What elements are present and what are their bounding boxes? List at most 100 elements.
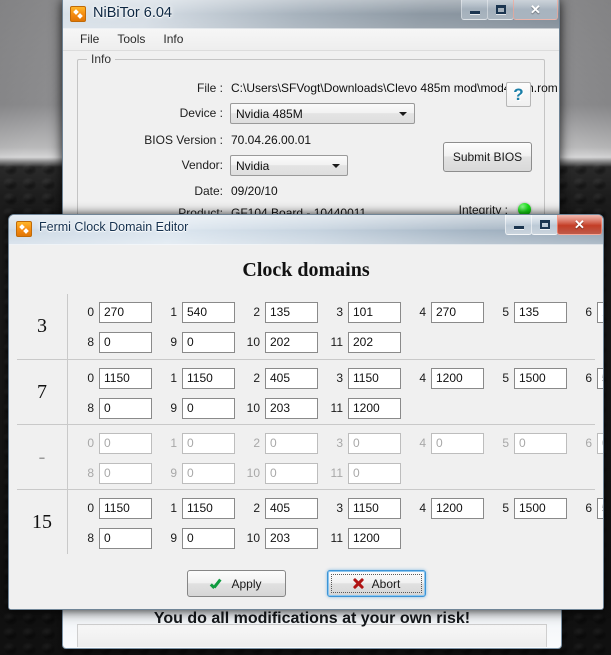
clock-domain-field-input: 0 xyxy=(514,432,567,454)
clock-domain-field-input[interactable]: 1200 xyxy=(348,397,401,419)
menu-item-tools[interactable]: Tools xyxy=(108,30,154,49)
clock-domain-field-input[interactable]: 0 xyxy=(182,331,235,353)
clock-domain-field-input[interactable]: 1200 xyxy=(348,527,401,549)
clock-domain-field-index: 0 xyxy=(87,305,94,319)
clock-domain-field-index: 11 xyxy=(330,466,343,480)
clock-domain-field-cell: 4 1200 xyxy=(406,497,484,519)
vendor-combo[interactable]: Nvidia xyxy=(230,155,348,176)
dialog-button-bar: Apply Abort xyxy=(9,570,603,597)
clock-domain-field-cell: 11 1200 xyxy=(323,397,401,419)
clock-domain-field-index: 4 xyxy=(419,501,426,515)
clock-domain-field-cell: 5 1500 xyxy=(489,367,567,389)
date-label: Date: xyxy=(194,184,223,198)
clock-domain-field-input[interactable]: 1150 xyxy=(348,367,401,389)
clock-domain-field-input[interactable]: 540 xyxy=(597,497,603,519)
clock-domain-field-input[interactable]: 1200 xyxy=(431,367,484,389)
row-divider xyxy=(67,360,68,424)
clock-domain-field-line: 8 0 9 0 10 203 11 1200 xyxy=(74,396,595,420)
clock-domain-field-input[interactable]: 203 xyxy=(265,527,318,549)
clock-domain-field-input: 0 xyxy=(99,432,152,454)
nibitor-window-title: NiBiTor 6.04 xyxy=(93,5,172,21)
nibitor-app-icon xyxy=(70,6,86,22)
clock-domain-field-input: 0 xyxy=(597,432,603,454)
clock-domain-field-input[interactable]: 0 xyxy=(99,527,152,549)
apply-button[interactable]: Apply xyxy=(186,570,286,597)
clock-domain-field-index: 5 xyxy=(502,501,509,515)
info-groupbox: Info File : C:\Users\SFVogt\Downloads\Cl… xyxy=(77,52,558,225)
abort-button[interactable]: Abort xyxy=(326,570,426,597)
clock-domain-field-cell: 11 1200 xyxy=(323,527,401,549)
clock-domain-field-input[interactable]: 270 xyxy=(431,301,484,323)
clock-domain-row: -00102030405060708090100110 xyxy=(17,424,603,489)
nibitor-close-button[interactable]: ✕ xyxy=(513,0,558,20)
clock-domain-field-line: 0115011150240531150412005150065407405 xyxy=(74,496,603,520)
clock-domain-field-index: 2 xyxy=(253,305,260,319)
clock-domain-field-input[interactable]: 405 xyxy=(265,367,318,389)
clock-domain-field-input[interactable]: 0 xyxy=(99,331,152,353)
clock-domain-field-index: 8 xyxy=(87,335,94,349)
file-label: File : xyxy=(196,81,223,95)
device-combo-value: Nvidia 485M xyxy=(236,107,303,121)
clock-domain-field-input[interactable]: 1150 xyxy=(182,497,235,519)
clock-domain-field-input[interactable]: 202 xyxy=(348,331,401,353)
submit-bios-button[interactable]: Submit BIOS xyxy=(443,142,532,172)
clock-domain-field-cell: 6 540 xyxy=(572,497,603,519)
clock-domain-field-index: 10 xyxy=(246,466,260,480)
clock-domain-field-input[interactable]: 0 xyxy=(182,527,235,549)
clock-domain-field-input[interactable]: 1150 xyxy=(348,497,401,519)
clock-domain-field-input[interactable]: 1150 xyxy=(99,497,152,519)
nibitor-client-area: Info File : C:\Users\SFVogt\Downloads\Cl… xyxy=(63,51,559,231)
row-divider xyxy=(67,425,68,489)
clock-domain-field-input[interactable]: 0 xyxy=(99,397,152,419)
clock-domain-field-input[interactable]: 1500 xyxy=(514,367,567,389)
row-divider xyxy=(67,490,68,554)
clock-domain-field-input[interactable]: 1150 xyxy=(99,367,152,389)
fermi-title-bar[interactable]: Fermi Clock Domain Editor ✕ xyxy=(9,215,603,245)
clock-domain-field-index: 5 xyxy=(502,305,509,319)
check-icon xyxy=(210,577,224,591)
help-button[interactable]: ? xyxy=(506,82,531,107)
apply-button-label: Apply xyxy=(231,576,262,591)
clock-domain-fields: 0270154021353101427051356135727080901020… xyxy=(74,294,603,359)
clock-domain-field-input[interactable]: 203 xyxy=(265,397,318,419)
fermi-app-icon xyxy=(16,221,32,237)
nibitor-minimize-button[interactable] xyxy=(461,0,488,20)
nibitor-title-bar[interactable]: NiBiTor 6.04 ✕ xyxy=(63,0,559,29)
clock-domain-field-index: 3 xyxy=(336,371,343,385)
clock-domain-field-cell: 10 203 xyxy=(240,397,318,419)
clock-domain-field-input[interactable]: 1500 xyxy=(514,497,567,519)
clock-domain-field-index: 9 xyxy=(170,531,177,545)
menu-item-info[interactable]: Info xyxy=(154,30,192,49)
clock-domain-field-index: 10 xyxy=(246,335,260,349)
menu-item-file[interactable]: File xyxy=(71,30,108,49)
clock-domain-field-cell: 40 xyxy=(406,432,484,454)
clock-domain-row-label: 3 xyxy=(37,315,47,337)
clock-domain-field-input[interactable]: 135 xyxy=(597,301,603,323)
clock-domain-field-input[interactable]: 405 xyxy=(265,497,318,519)
nibitor-maximize-button[interactable] xyxy=(487,0,514,20)
clock-domain-field-input[interactable]: 270 xyxy=(99,301,152,323)
clock-domain-field-input[interactable]: 135 xyxy=(514,301,567,323)
info-groupbox-title: Info xyxy=(87,52,116,66)
clock-domain-field-cell: 80 xyxy=(74,397,152,419)
fermi-maximize-button[interactable] xyxy=(531,215,558,235)
clock-domain-row: 7011501115024053115041200515006540740580… xyxy=(17,359,603,424)
fermi-close-button[interactable]: ✕ xyxy=(557,215,602,235)
clock-domain-field-input[interactable]: 101 xyxy=(348,301,401,323)
clock-domain-field-input[interactable]: 1150 xyxy=(182,367,235,389)
clock-domain-row-label: 15 xyxy=(32,510,52,533)
clock-domain-field-input[interactable]: 540 xyxy=(182,301,235,323)
fermi-minimize-button[interactable] xyxy=(505,215,532,235)
clock-domain-field-index: 5 xyxy=(502,436,509,450)
chevron-down-icon xyxy=(399,112,407,116)
clock-domain-field-index: 10 xyxy=(246,531,260,545)
clock-domain-field-input[interactable]: 1200 xyxy=(431,497,484,519)
device-combo[interactable]: Nvidia 485M xyxy=(230,103,415,124)
clock-domain-field-input[interactable]: 135 xyxy=(265,301,318,323)
clock-domain-field-input[interactable]: 0 xyxy=(182,397,235,419)
clock-domain-field-input[interactable]: 202 xyxy=(265,331,318,353)
clock-domain-field-index: 8 xyxy=(87,531,94,545)
clock-domain-field-cell: 11 0 xyxy=(323,462,401,484)
clock-domain-field-cell: 10 0 xyxy=(240,462,318,484)
clock-domain-field-input[interactable]: 540 xyxy=(597,367,603,389)
